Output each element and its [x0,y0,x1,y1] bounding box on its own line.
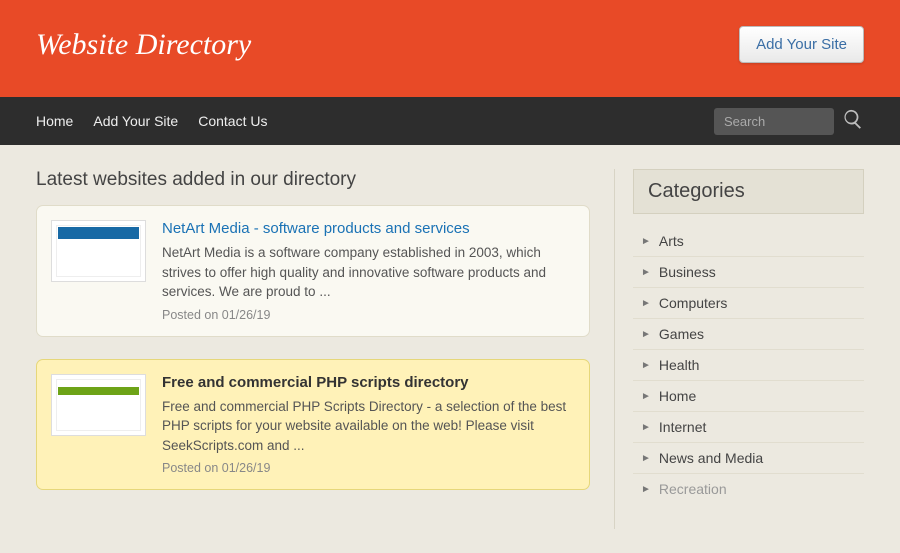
listing-meta: Posted on 01/26/19 [162,308,575,322]
categories-list: ► Arts ► Business ► Computers ► Games ► Healt… [633,226,864,504]
category-item[interactable]: ► Arts [633,226,864,257]
chevron-right-icon: ► [641,360,651,371]
nav-home[interactable]: Home [36,113,73,129]
listing-body: Free and commercial PHP scripts director… [162,374,575,476]
listing-thumbnail[interactable] [51,374,146,436]
listing-thumbnail[interactable] [51,220,146,282]
sidebar: Categories ► Arts ► Business ► Computers ► G… [614,169,864,529]
listing-title[interactable]: Free and commercial PHP scripts director… [162,374,575,391]
main: Latest websites added in our directory N… [0,145,900,553]
listing-desc: NetArt Media is a software company estab… [162,243,575,302]
listing-body: NetArt Media - software products and ser… [162,220,575,322]
chevron-right-icon: ► [641,298,651,309]
search-input[interactable] [714,108,834,135]
category-item[interactable]: ► Internet [633,412,864,443]
add-site-button[interactable]: Add Your Site [739,26,864,63]
listing-meta: Posted on 01/26/19 [162,461,575,475]
listings-column: Latest websites added in our directory N… [36,169,590,512]
listing-desc: Free and commercial PHP Scripts Director… [162,397,575,456]
chevron-right-icon: ► [641,267,651,278]
chevron-right-icon: ► [641,484,651,495]
category-label: Computers [659,295,727,311]
category-label: News and Media [659,450,763,466]
search-icon[interactable] [842,108,864,135]
nav-right [714,108,864,135]
listing-card: Free and commercial PHP scripts director… [36,359,590,491]
nav-add-site[interactable]: Add Your Site [93,113,178,129]
category-item[interactable]: ► Home [633,381,864,412]
chevron-right-icon: ► [641,391,651,402]
category-item[interactable]: ► Games [633,319,864,350]
listing-title[interactable]: NetArt Media - software products and ser… [162,220,575,237]
categories-header: Categories [633,169,864,214]
chevron-right-icon: ► [641,453,651,464]
category-item[interactable]: ► Business [633,257,864,288]
chevron-right-icon: ► [641,236,651,247]
category-item[interactable]: ► Recreation [633,474,864,504]
category-item[interactable]: ► News and Media [633,443,864,474]
category-label: Recreation [659,481,727,497]
nav-links: Home Add Your Site Contact Us [36,113,267,129]
category-label: Arts [659,233,684,249]
category-label: Home [659,388,696,404]
banner: Website Directory Add Your Site [0,0,900,97]
nav-contact[interactable]: Contact Us [198,113,267,129]
category-item[interactable]: ► Health [633,350,864,381]
listing-card: NetArt Media - software products and ser… [36,205,590,337]
navbar: Home Add Your Site Contact Us [0,97,900,145]
category-label: Internet [659,419,706,435]
category-label: Health [659,357,699,373]
section-title: Latest websites added in our directory [36,169,590,191]
category-label: Games [659,326,704,342]
category-label: Business [659,264,716,280]
category-item[interactable]: ► Computers [633,288,864,319]
site-title: Website Directory [36,28,251,62]
chevron-right-icon: ► [641,329,651,340]
chevron-right-icon: ► [641,422,651,433]
